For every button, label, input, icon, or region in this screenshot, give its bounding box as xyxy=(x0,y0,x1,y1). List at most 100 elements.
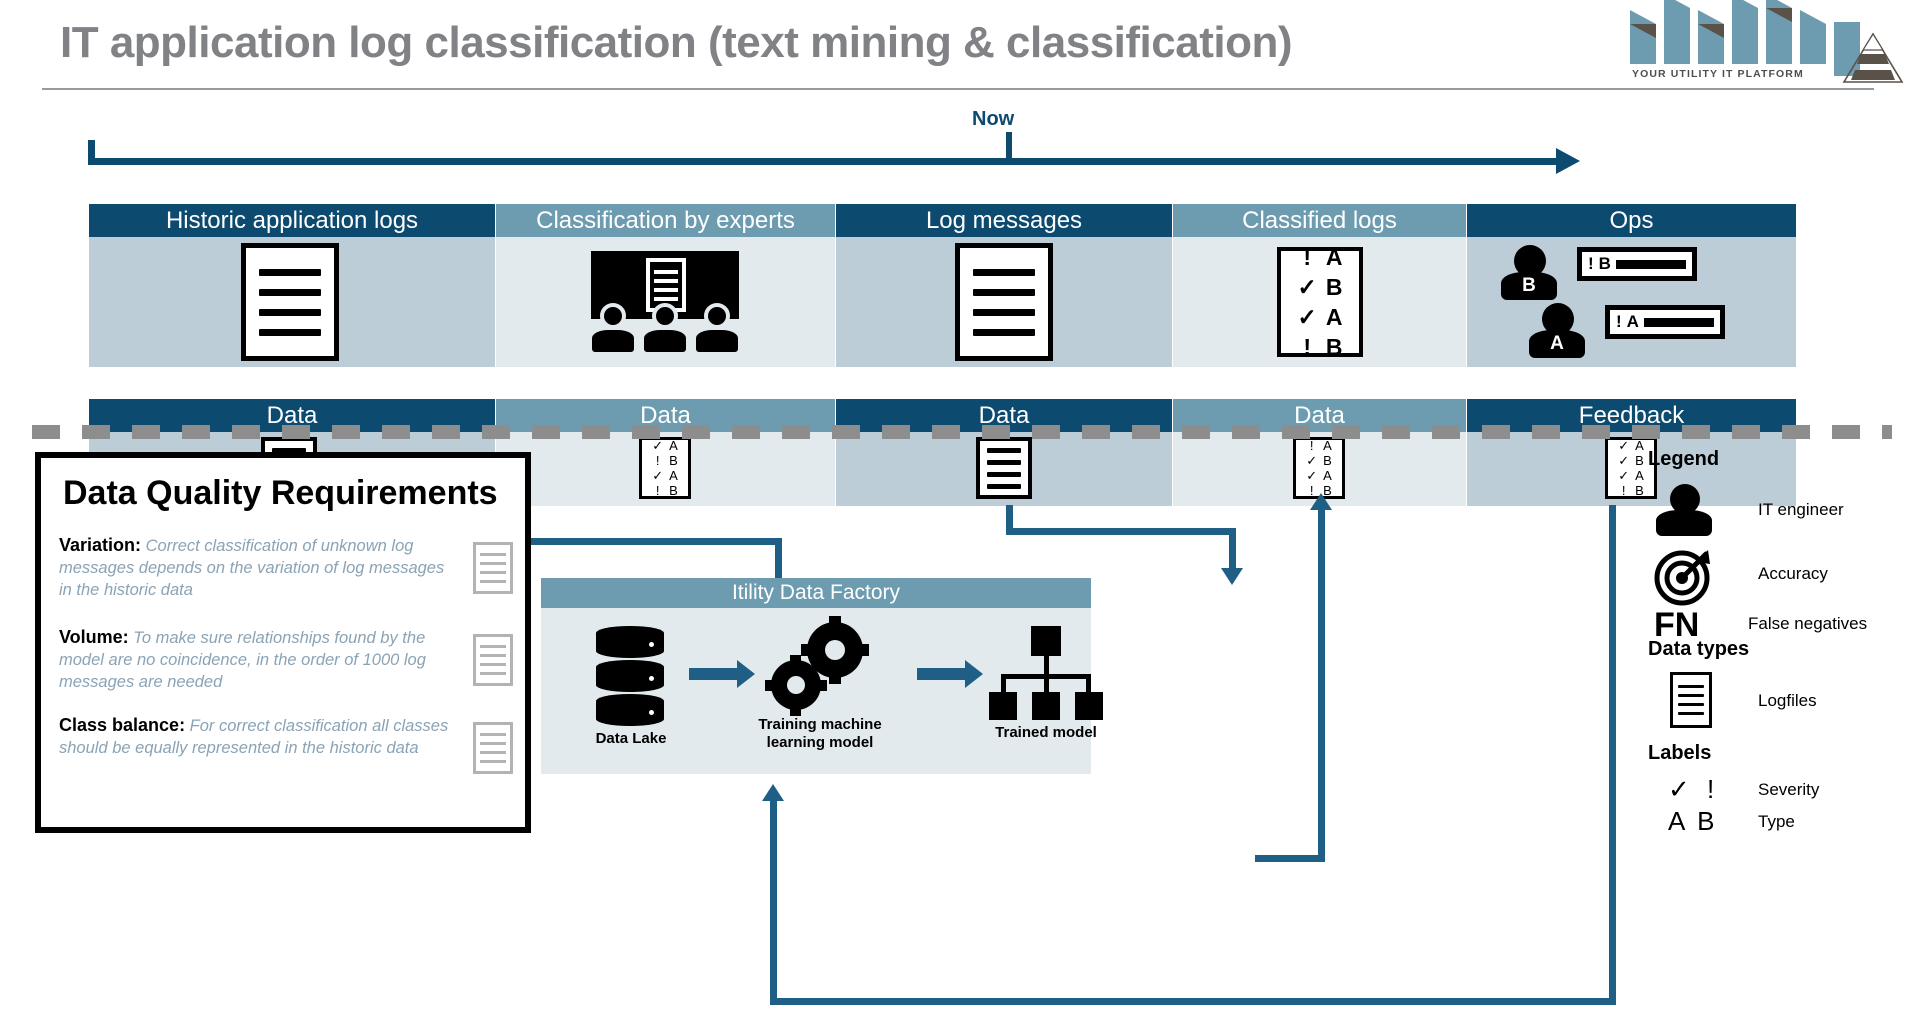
connector-feedback-down xyxy=(1609,505,1616,1005)
classified-log-icon: ! ✓ ✓ ! A B A B xyxy=(1293,437,1345,499)
severity-glyph: ✓ xyxy=(652,468,664,483)
severity-glyph: ✓ xyxy=(1297,303,1317,330)
type-glyph: A xyxy=(1635,468,1644,483)
severity-glyph: ✓ xyxy=(1297,273,1317,300)
type-glyph: A xyxy=(1325,243,1343,270)
connector-arrow-feedback-to-datalake xyxy=(762,784,784,801)
feedback-card[interactable]: Feedback ✓ ✓ ✓ ! A B A B xyxy=(1467,399,1796,506)
node-label-training-model: Training machine learning model xyxy=(758,716,882,751)
dq-key: Volume: xyxy=(59,627,129,647)
severity-glyph: ✓ xyxy=(652,438,664,453)
ops-message-b: ! B xyxy=(1577,247,1697,281)
severity-glyph: ! xyxy=(1303,243,1312,270)
factory-title: Itility Data Factory xyxy=(541,578,1091,608)
message-bar xyxy=(1643,317,1714,327)
now-tick xyxy=(1006,132,1012,165)
severity-glyph: ! xyxy=(1621,483,1626,498)
data-card-4[interactable]: Data ! ✓ ✓ ! A B A B xyxy=(1173,399,1466,506)
legend-label-logfiles: Logfiles xyxy=(1758,691,1817,710)
panel-title: Data Quality Requirements xyxy=(63,474,498,512)
type-glyph: B xyxy=(669,453,678,468)
legend-label-false-negatives: False negatives xyxy=(1748,614,1868,633)
severity-glyph: ! xyxy=(655,483,660,498)
model-tree-icon xyxy=(989,626,1103,720)
connector-arrow-to-data4 xyxy=(1310,493,1332,510)
severity-glyph: ✓ xyxy=(1306,453,1318,468)
type-glyph: A xyxy=(1323,438,1332,453)
severity-glyph: ✓ xyxy=(1618,453,1630,468)
pipeline-card-ops[interactable]: Ops B ! B A ! A xyxy=(1467,204,1796,367)
severity-glyph: ! xyxy=(1303,333,1312,360)
type-glyph: B xyxy=(1635,483,1644,498)
severity-glyph: ✓ xyxy=(1306,468,1318,483)
severity-glyph: ✓ xyxy=(1618,468,1630,483)
connector-arrow-to-model xyxy=(1221,568,1243,585)
expert-icon xyxy=(693,303,741,355)
classified-log-icon: ✓ ! ✓ ! A B A B xyxy=(639,437,691,499)
severity-glyph: ! xyxy=(655,453,660,468)
legend-label-severity: Severity xyxy=(1758,780,1820,799)
dq-item-volume: Volume: To make sure relationships found… xyxy=(59,626,459,694)
pipeline-card-log-messages[interactable]: Log messages xyxy=(836,204,1172,367)
legend-label-type: Type xyxy=(1758,812,1795,831)
node-label-data-lake: Data Lake xyxy=(595,730,667,747)
title-divider xyxy=(42,88,1874,90)
it-engineer-icon xyxy=(1656,484,1712,536)
type-glyph: A xyxy=(1325,303,1343,330)
type-glyph: B xyxy=(1325,333,1343,360)
data-card-3[interactable]: Data xyxy=(836,399,1172,506)
engineer-label: B xyxy=(1522,275,1536,296)
now-label: Now xyxy=(972,108,1015,130)
dq-item-class-balance: Class balance: For correct classificatio… xyxy=(59,714,459,760)
message-bar xyxy=(1615,259,1686,269)
dq-item-variation: Variation: Correct classification of unk… xyxy=(59,534,459,602)
legend-label-it-engineer: IT engineer xyxy=(1758,500,1844,519)
type-glyph: B xyxy=(1323,453,1332,468)
type-glyph: B xyxy=(1635,453,1644,468)
arrow-datalake-to-training xyxy=(689,660,755,688)
type-glyph: B xyxy=(1598,254,1611,273)
type-glyph: B xyxy=(669,483,678,498)
severity-glyph: ✓ xyxy=(1618,438,1630,453)
type-glyph: A xyxy=(669,438,678,453)
logo-tagline: YOUR UTILITY IT PLATFORM xyxy=(1632,68,1804,80)
itility-data-factory-panel: Itility Data Factory Data Lake Training … xyxy=(541,578,1103,774)
pipeline-card-historic-logs[interactable]: Historic application logs xyxy=(89,204,495,367)
experts-classroom-icon xyxy=(583,251,748,357)
type-icon: A B xyxy=(1668,806,1718,836)
severity-icon: ✓ ! xyxy=(1668,774,1720,804)
logfile-icon xyxy=(976,437,1032,499)
pyramid-icon xyxy=(1842,32,1904,83)
pipeline-card-classified-logs[interactable]: Classified logs ! ✓ ✓ ! A B A B xyxy=(1173,204,1466,367)
timeline-axis xyxy=(88,158,1558,165)
card-title: Classified logs xyxy=(1173,204,1466,237)
it-engineer-icon: A xyxy=(1529,303,1585,358)
legend-label-accuracy: Accuracy xyxy=(1758,564,1828,583)
arrow-training-to-trained xyxy=(917,660,983,688)
connector-feedback-horiz xyxy=(770,998,1616,1005)
connector-data3-horiz xyxy=(1006,528,1236,535)
node-label-trained-model: Trained model xyxy=(995,724,1097,741)
connector-model-right xyxy=(1255,855,1325,862)
type-glyph: A xyxy=(1626,312,1639,331)
card-title: Log messages xyxy=(836,204,1172,237)
dq-key: Class balance: xyxy=(59,715,186,735)
target-accuracy-icon xyxy=(1654,550,1710,606)
engineer-label: A xyxy=(1550,333,1564,354)
timeline-arrow-icon xyxy=(1556,148,1580,174)
type-glyph: A xyxy=(1635,438,1644,453)
dq-key: Variation: xyxy=(59,535,142,555)
database-icon xyxy=(596,626,664,726)
card-title: Classification by experts xyxy=(496,204,835,237)
data-card-2[interactable]: Data ✓ ! ✓ ! A B A B xyxy=(496,399,835,506)
card-title: Ops xyxy=(1467,204,1796,237)
type-glyph: A xyxy=(669,468,678,483)
pipeline-card-classification-by-experts[interactable]: Classification by experts xyxy=(496,204,835,367)
page-title: IT application log classification (text … xyxy=(60,18,1293,67)
itility-logo: YOUR UTILITY IT PLATFORM xyxy=(1630,0,1904,86)
logfile-outline-icon xyxy=(473,542,513,594)
ops-message-a: ! A xyxy=(1605,305,1725,339)
logfile-icon xyxy=(955,243,1053,361)
type-glyph: B xyxy=(1325,273,1343,300)
expert-icon xyxy=(589,303,637,355)
